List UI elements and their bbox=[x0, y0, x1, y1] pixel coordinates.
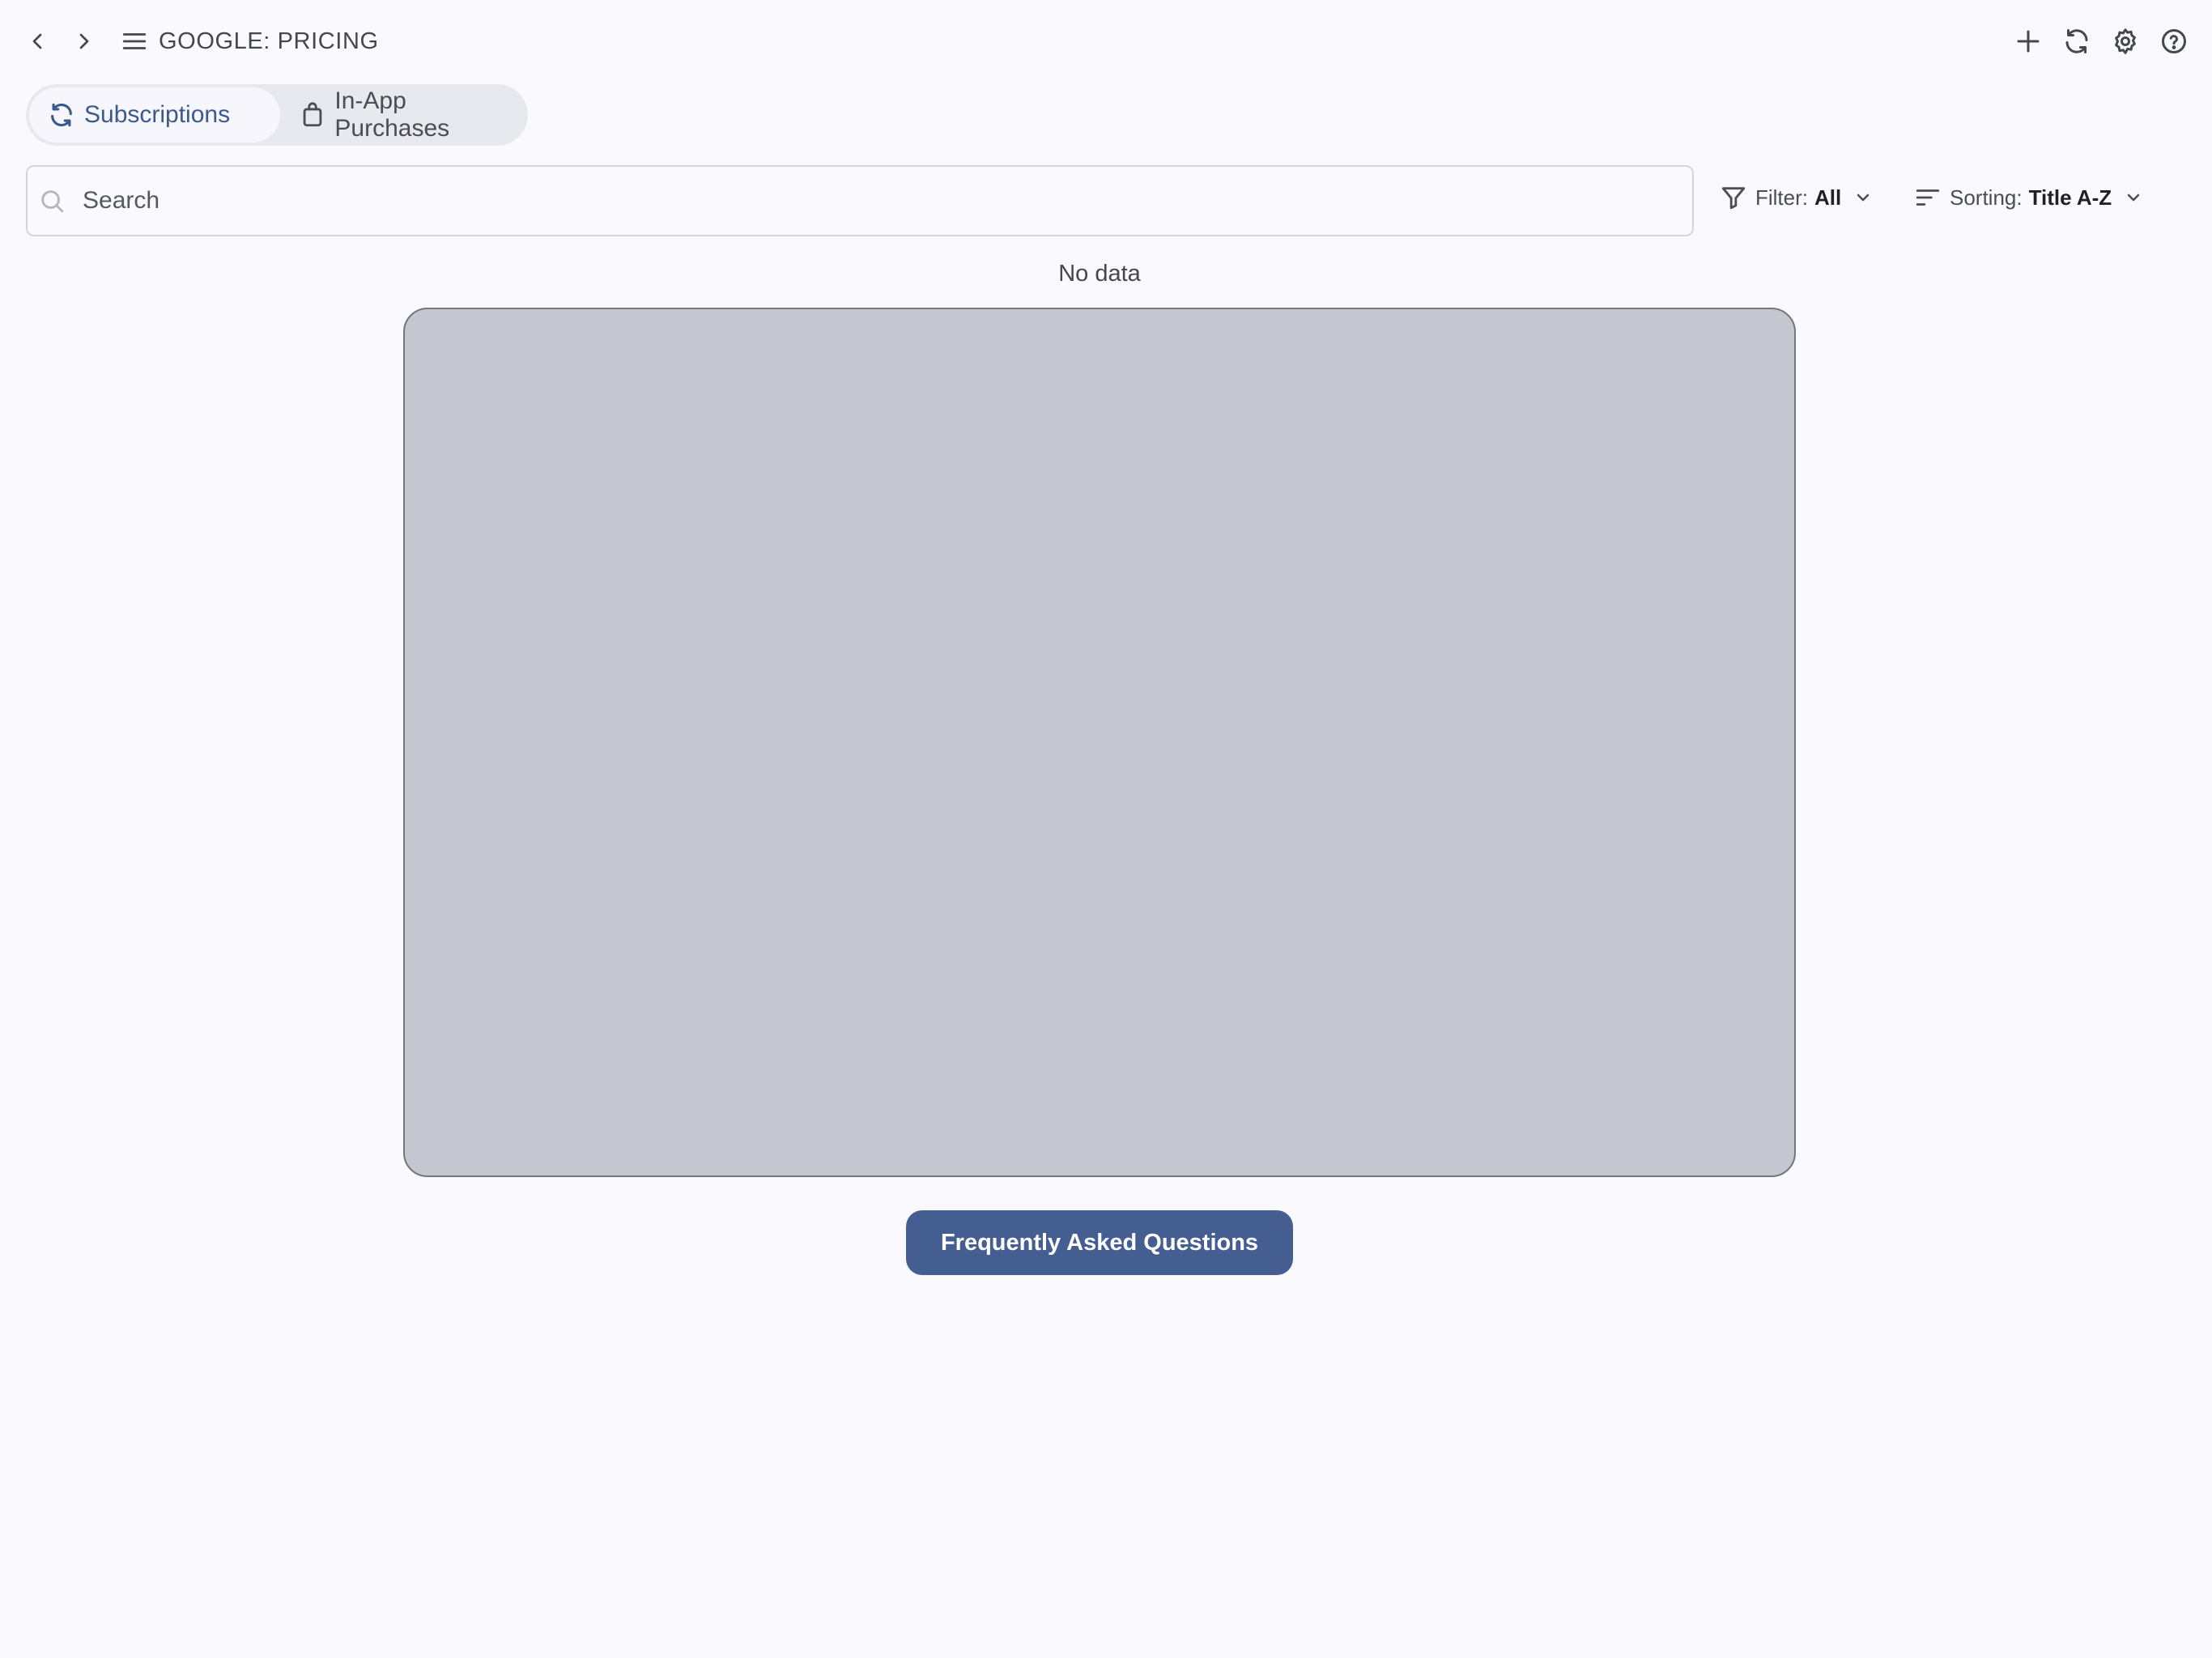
filter-value: All bbox=[1814, 185, 1842, 210]
plus-icon bbox=[2017, 30, 2040, 53]
menu-button[interactable] bbox=[118, 24, 151, 58]
tab-label: In-App Purchases bbox=[334, 87, 450, 142]
refresh-icon bbox=[47, 100, 76, 130]
search-box bbox=[26, 165, 1694, 236]
filter-icon bbox=[1718, 182, 1749, 213]
menu-icon bbox=[122, 33, 147, 49]
empty-state-message: No data bbox=[1058, 261, 1141, 287]
filter-dropdown[interactable]: Filter: All bbox=[1718, 173, 1874, 222]
sort-icon bbox=[1912, 182, 1943, 213]
refresh-icon bbox=[2065, 29, 2088, 53]
shopping-bag-icon bbox=[298, 100, 326, 130]
tab-subscriptions[interactable]: Subscriptions bbox=[29, 87, 280, 142]
faq-button[interactable]: Frequently Asked Questions bbox=[906, 1210, 1293, 1275]
search-icon bbox=[37, 186, 66, 215]
search-input[interactable] bbox=[81, 176, 1668, 225]
refresh-button[interactable] bbox=[2058, 23, 2095, 60]
tab-switcher: Subscriptions In-App Purchases bbox=[26, 84, 528, 146]
forward-button[interactable] bbox=[68, 23, 100, 60]
chevron-right-icon bbox=[79, 33, 89, 49]
sorting-value: Title A-Z bbox=[2028, 185, 2112, 210]
page-title: GOOGLE: PRICING bbox=[159, 28, 379, 54]
top-app-bar: GOOGLE: PRICING bbox=[0, 0, 2212, 83]
chevron-left-icon bbox=[32, 33, 42, 49]
back-button[interactable] bbox=[21, 23, 53, 60]
chevron-down-icon bbox=[1853, 187, 1874, 208]
sorting-label: Sorting: bbox=[1950, 185, 2023, 210]
filter-label: Filter: bbox=[1755, 185, 1808, 210]
sorting-dropdown[interactable]: Sorting: Title A-Z bbox=[1912, 173, 2144, 222]
help-circle-icon bbox=[2162, 29, 2186, 53]
tab-in-app-purchases[interactable]: In-App Purchases bbox=[269, 87, 525, 142]
tab-label: Subscriptions bbox=[84, 101, 231, 128]
settings-button[interactable] bbox=[2107, 23, 2144, 60]
help-button[interactable] bbox=[2155, 23, 2193, 60]
gear-icon bbox=[2115, 28, 2136, 54]
add-button[interactable] bbox=[2010, 23, 2047, 60]
empty-state-illustration bbox=[403, 308, 1796, 1177]
chevron-down-icon bbox=[2123, 187, 2144, 208]
